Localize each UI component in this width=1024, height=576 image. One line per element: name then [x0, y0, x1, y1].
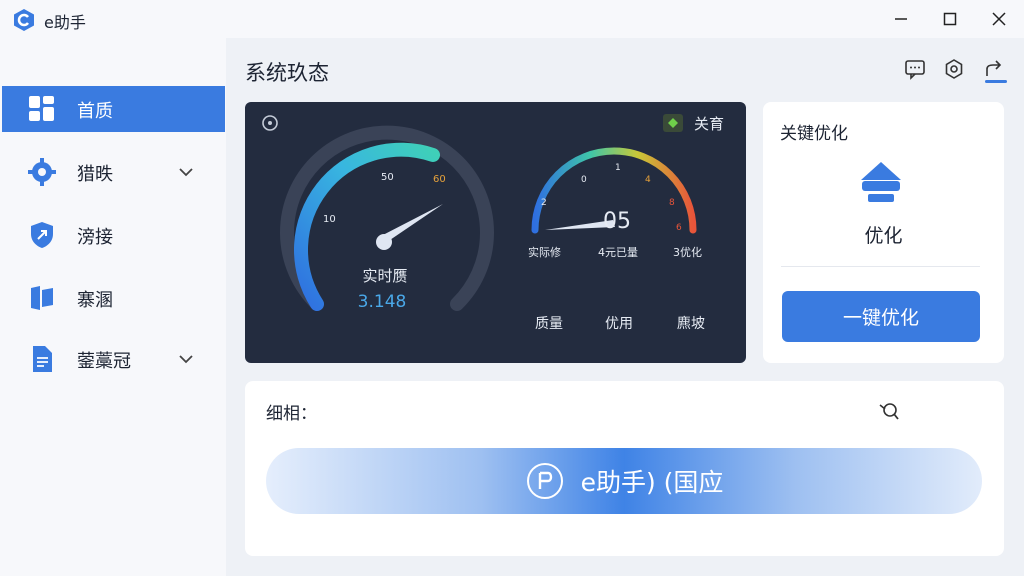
gear-icon: [28, 158, 56, 186]
close-button[interactable]: [979, 4, 1019, 34]
optimize-icon: [861, 162, 901, 202]
maximize-icon: [943, 12, 957, 26]
maximize-button[interactable]: [930, 4, 970, 34]
gauge-sub-label: 4元已量: [598, 246, 638, 259]
flag-icon: [31, 286, 53, 310]
app-logo-icon: [14, 9, 34, 31]
gauge-value: 05: [603, 209, 631, 234]
one-key-optimize-button[interactable]: 一键优化: [782, 291, 980, 342]
toolbar-active-indicator: [985, 80, 1007, 83]
details-card: 细相： e助手) (国应: [245, 381, 1004, 556]
sidebar-item-label: 蓥藁冠: [77, 351, 131, 372]
export-icon[interactable]: [983, 58, 1005, 80]
gauge-sub-label: 3优化: [673, 245, 702, 259]
secondary-gauge: 0 1 2 4 8 6 05 实际修 4元已量 3优化: [528, 147, 702, 259]
search-icon[interactable]: [877, 399, 901, 423]
message-icon[interactable]: [904, 58, 926, 80]
title-bar: e助手: [0, 0, 1024, 38]
gauge-tick: 0: [581, 175, 587, 185]
minimize-button[interactable]: [881, 4, 921, 34]
gauge-tick: 6: [676, 223, 682, 233]
system-status-card: 10 50 60 实时赝 3.148 关育 0 1 2 4 8 6 05 实际修…: [245, 102, 746, 363]
app-title: e助手: [44, 13, 86, 32]
gauge-needle: [381, 204, 443, 242]
gauge-tick: 4: [645, 175, 651, 185]
toggle-label: 关育: [694, 115, 724, 133]
gauge-tick: 2: [541, 198, 547, 208]
dashboard-icon: [29, 96, 54, 121]
page-title: 系统玖态: [245, 61, 329, 85]
action-banner[interactable]: e助手) (国应: [266, 448, 982, 514]
document-icon: [33, 346, 52, 372]
gauge-value: 3.148: [358, 292, 407, 312]
sidebar-item-label: 猎昳: [77, 164, 113, 185]
divider: [781, 266, 980, 267]
gauge-label: 实时赝: [362, 267, 407, 285]
refresh-icon[interactable]: [262, 115, 278, 131]
stat-label: 麃坡: [677, 316, 705, 332]
gauge-tick: 10: [323, 214, 336, 225]
minimize-icon: [895, 18, 907, 20]
details-label: 细相：: [266, 404, 317, 424]
sidebar-item-label: 首质: [77, 101, 113, 122]
main-gauge: 10 50 60 实时赝 3.148: [280, 125, 494, 312]
power-icon: [526, 463, 563, 499]
sidebar-item-security[interactable]: 滂接: [2, 212, 225, 258]
chevron-down-icon: [179, 168, 193, 177]
sidebar: 首质 猎昳 滂接 寨溷 蓥藁冠: [0, 38, 226, 576]
close-icon: [992, 12, 1006, 26]
gauge-tick: 60: [433, 174, 446, 185]
optimize-card: 关键优化 优化 一键优化: [763, 102, 1004, 363]
sidebar-item-documents[interactable]: 蓥藁冠: [2, 336, 225, 382]
sidebar-item-home[interactable]: 首质: [2, 86, 225, 132]
sidebar-item-hardware[interactable]: 猎昳: [2, 149, 225, 195]
gauge-tick: 50: [381, 172, 394, 183]
optimize-title: 关键优化: [780, 124, 848, 144]
optimize-label: 优化: [864, 225, 903, 247]
sidebar-item-label: 寨溷: [77, 290, 113, 311]
stat-label: 质量: [535, 316, 563, 332]
shield-icon: [31, 222, 53, 248]
banner-label: e助手) (国应: [580, 468, 724, 497]
gauge-tick: 8: [669, 198, 675, 208]
stat-label: 优用: [605, 316, 633, 332]
settings-icon[interactable]: [943, 58, 965, 80]
sidebar-item-label: 滂接: [77, 227, 113, 248]
sidebar-item-flag[interactable]: 寨溷: [2, 275, 225, 321]
gauges-graphic: 10 50 60 实时赝 3.148 关育 0 1 2 4 8 6 05 实际修…: [262, 114, 724, 332]
gauge-sub-label: 实际修: [528, 245, 561, 259]
chevron-down-icon: [179, 355, 193, 364]
gauge-tick: 1: [615, 163, 621, 173]
